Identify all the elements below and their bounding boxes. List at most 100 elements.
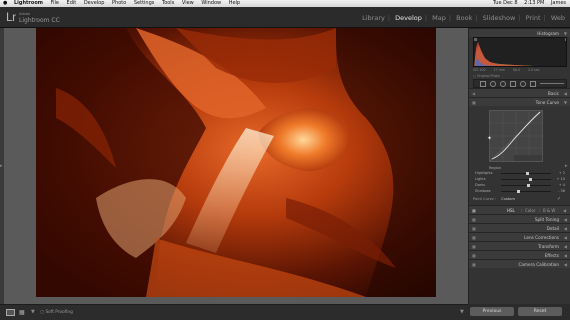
menu-view[interactable]: View: [182, 0, 194, 6]
slider-knob[interactable]: [517, 190, 520, 193]
photo-canvas[interactable]: [36, 28, 436, 297]
slider-value[interactable]: + 10: [555, 177, 566, 182]
left-panel-toggle-icon[interactable]: ▸: [0, 163, 3, 169]
apple-icon[interactable]: ●: [3, 0, 7, 7]
lens-corrections-header[interactable]: ■ Lens Corrections ◀: [469, 232, 570, 241]
collapse-icon: ▼: [563, 100, 567, 105]
compare-view-icon[interactable]: ▦: [19, 309, 28, 316]
slider-label: Shadows: [475, 189, 491, 193]
slider-knob[interactable]: [529, 178, 532, 181]
slider-value[interactable]: - 36: [555, 189, 565, 194]
module-separator: |: [424, 14, 428, 22]
menu-edit[interactable]: Edit: [67, 0, 77, 6]
module-develop[interactable]: Develop: [395, 14, 422, 22]
menu-tools[interactable]: Tools: [162, 0, 174, 6]
module-print[interactable]: Print: [526, 14, 541, 22]
right-panel-toggle-icon[interactable]: ▸: [565, 163, 568, 169]
slider-value[interactable]: + 4: [555, 183, 565, 188]
menu-settings[interactable]: Settings: [134, 0, 155, 6]
section-title: Detail: [546, 226, 559, 231]
menubar-time: 2:13 PM: [524, 0, 545, 6]
menubar-user[interactable]: James: [551, 0, 566, 6]
original-photo-checkbox-icon[interactable]: ▢: [473, 74, 476, 78]
tone-curve-graph[interactable]: [489, 110, 543, 162]
point-curve-select[interactable]: Point Curve : Custom: [473, 197, 515, 201]
slider-track[interactable]: [501, 172, 551, 175]
effects-header[interactable]: ■ Effects ◀: [469, 250, 570, 259]
soft-proofing-toggle[interactable]: ▢ Soft Proofing: [40, 309, 73, 316]
slider-track[interactable]: [501, 184, 551, 187]
section-title: Camera Calibration: [518, 262, 559, 267]
module-library[interactable]: Library: [362, 14, 385, 22]
histogram[interactable]: [473, 37, 567, 67]
slider-highlights[interactable]: Highlights + 2: [473, 171, 567, 176]
slider-knob[interactable]: [527, 184, 530, 187]
bottom-toolbar: ▦ ▼ ▢ Soft Proofing ▼: [0, 304, 468, 320]
original-photo-text: Original Photo: [477, 74, 500, 78]
tone-curve-title: Tone Curve: [535, 100, 559, 105]
slider-knob[interactable]: [526, 172, 529, 175]
region-label: Region: [489, 166, 501, 170]
slider-shadows[interactable]: Shadows - 36: [473, 189, 567, 194]
basic-header[interactable]: ◀ Basic ◀: [469, 88, 570, 97]
menu-app[interactable]: Lightroom: [14, 0, 43, 6]
menu-file[interactable]: File: [51, 0, 59, 6]
point-curve-value[interactable]: Custom: [501, 197, 515, 201]
hsl-header[interactable]: ■ HSL / Color / B & W ◀: [469, 205, 570, 214]
menu-window[interactable]: Window: [201, 0, 221, 6]
module-web[interactable]: Web: [551, 14, 565, 22]
histogram-header[interactable]: Histogram ▼: [469, 28, 570, 37]
module-separator: |: [543, 14, 546, 22]
before-after-icon[interactable]: ▼: [31, 309, 35, 316]
radial-filter-icon[interactable]: [520, 81, 526, 87]
transform-header[interactable]: ■ Transform ◀: [469, 241, 570, 250]
targeted-adjustment-icon[interactable]: ✦: [487, 135, 492, 142]
toggle-icon[interactable]: ■: [472, 98, 476, 107]
soft-proofing-label: Soft Proofing: [45, 310, 73, 315]
module-separator: |: [475, 14, 478, 22]
section-title: Transform: [538, 244, 559, 249]
tool-slider[interactable]: [540, 83, 564, 84]
slider-value[interactable]: + 2: [555, 171, 565, 176]
camera-calibration-header[interactable]: ■ Camera Calibration ◀: [469, 259, 570, 268]
menu-develop[interactable]: Develop: [84, 0, 105, 6]
slider-label: Highlights: [475, 171, 493, 175]
histogram-graph: [474, 38, 566, 66]
graduated-filter-icon[interactable]: [510, 81, 516, 87]
exif-focal: 17 mm: [493, 68, 505, 72]
point-curve-label: Point Curve :: [473, 197, 497, 201]
split-toning-header[interactable]: ■ Split Toning ◀: [469, 214, 570, 223]
module-slideshow[interactable]: Slideshow: [483, 14, 516, 22]
menu-photo[interactable]: Photo: [112, 0, 126, 6]
checkbox-icon[interactable]: ▢: [40, 310, 44, 315]
red-eye-icon[interactable]: [500, 81, 506, 87]
module-separator: |: [518, 14, 521, 22]
edit-point-curve-icon[interactable]: ✓: [557, 196, 561, 202]
tone-curve-header[interactable]: ■ Tone Curve ▼: [469, 97, 570, 106]
reset-button[interactable]: Reset: [518, 307, 562, 316]
brand-name: Lightroom CC: [19, 17, 60, 24]
adjustment-brush-icon[interactable]: [530, 81, 536, 87]
crop-tool-icon[interactable]: [480, 81, 486, 87]
slider-darks[interactable]: Darks + 4: [473, 183, 567, 188]
slider-lights[interactable]: Lights + 10: [473, 177, 567, 182]
toolbar-menu-icon[interactable]: ▼: [460, 309, 464, 316]
exif-aperture: f/8.0: [512, 68, 521, 72]
menu-help[interactable]: Help: [229, 0, 240, 6]
slider-track[interactable]: [501, 190, 551, 193]
original-photo-label: ▢ Original Photo: [473, 74, 500, 78]
section-title: Lens Corrections: [524, 235, 559, 240]
menu-bar: ● Lightroom File Edit Develop Photo Sett…: [0, 0, 570, 7]
slider-track[interactable]: [501, 178, 551, 181]
module-map[interactable]: Map: [432, 14, 446, 22]
section-title: Effects: [544, 253, 559, 258]
module-book[interactable]: Book: [456, 14, 472, 22]
develop-tool-strip: [473, 79, 567, 88]
detail-header[interactable]: ■ Detail ◀: [469, 223, 570, 232]
loupe-view-icon[interactable]: [6, 309, 15, 316]
exif-iso: ISO 100: [473, 68, 486, 72]
previous-button[interactable]: Previous: [470, 307, 514, 316]
tone-curve-plot: [490, 111, 542, 161]
spot-removal-icon[interactable]: [490, 81, 496, 87]
toggle-icon[interactable]: ■: [472, 260, 476, 269]
